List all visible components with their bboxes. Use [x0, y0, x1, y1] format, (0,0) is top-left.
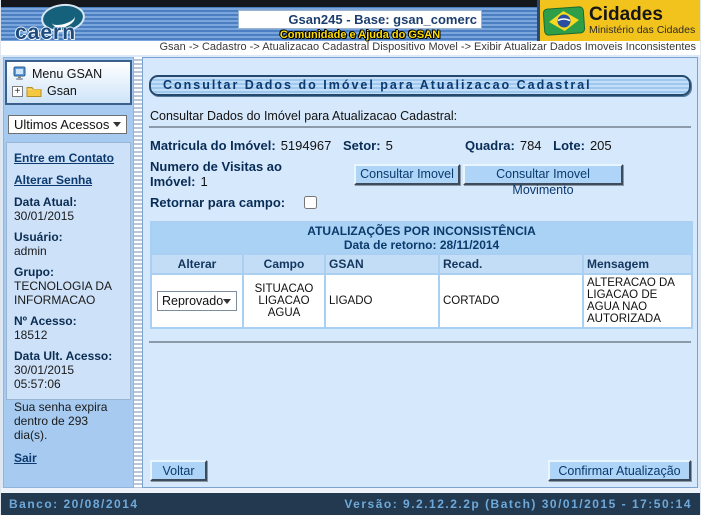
matricula-value: 5194967: [281, 138, 332, 153]
col-header-gsan: GSAN: [326, 255, 438, 273]
campo-cell: SITUACAO LIGACAO AGUA: [244, 275, 324, 327]
ultimos-acessos-select[interactable]: Ultimos Acessos: [8, 115, 127, 134]
footer: Banco: 20/08/2014 Versão: 9.2.12.2.2p (B…: [1, 493, 700, 515]
confirmar-atualizacao-button[interactable]: Confirmar Atualização: [548, 460, 691, 481]
lote-label: Lote:: [553, 138, 585, 153]
consultar-imovel-movimento-button[interactable]: Consultar Imovel Movimento: [463, 164, 623, 185]
tree-expand-icon[interactable]: +: [12, 86, 23, 97]
app-title-box: Gsan245 - Base: gsan_comerc: [238, 10, 482, 29]
recad-cell: CORTADO: [440, 275, 582, 327]
info-user: Usuário: admin: [14, 230, 124, 258]
setor-label: Setor:: [343, 138, 381, 153]
col-header-campo: Campo: [244, 255, 324, 273]
mensagem-cell: ALTERACAO DA LIGACAO DE AGUA NAO AUTORIZ…: [584, 275, 691, 327]
page-title: Consultar Dados do Imóvel para Atualizac…: [149, 75, 691, 96]
folder-icon: [26, 85, 42, 98]
alterar-cell: Reprovado: [152, 275, 242, 327]
gsan-window: caern Gsan245 - Base: gsan_comerc Comuni…: [0, 0, 701, 515]
brazil-flag-icon: [542, 4, 586, 37]
inconsistencias-table: ATUALIZAÇÕES POR INCONSISTÊNCIA Data de …: [150, 221, 693, 329]
quadra-label: Quadra:: [465, 138, 515, 153]
alterar-select-value: Reprovado: [162, 294, 223, 308]
chevron-down-icon: [113, 122, 121, 127]
lote-value: 205: [590, 138, 612, 153]
ministry-title: Cidades: [589, 6, 695, 24]
info-current-date: Data Atual: 30/01/2015: [14, 195, 124, 223]
setor-value: 5: [386, 138, 393, 153]
page-subtitle: Consultar Dados do Imóvel para Atualizac…: [150, 109, 691, 123]
info-group: Grupo: TECNOLOGIA DA INFORMACAO: [14, 265, 124, 307]
matricula-label: Matricula do Imóvel:: [150, 138, 276, 153]
table-title: ATUALIZAÇÕES POR INCONSISTÊNCIA: [152, 224, 691, 238]
table-row: Reprovado SITUACAO LIGACAO AGUA LIGADO C…: [152, 275, 691, 327]
chevron-down-icon: [223, 299, 231, 304]
retornar-checkbox[interactable]: [304, 196, 317, 209]
sidebar: Menu GSAN + Gsan Ultimos Acessos Entre e…: [3, 57, 134, 488]
col-header-alterar: Alterar: [152, 255, 242, 273]
breadcrumb: Gsan -> Cadastro -> Atualizacao Cadastra…: [1, 41, 700, 55]
footer-versao: Versão: 9.2.12.2.2p (Batch) 30/01/2015 -…: [344, 497, 692, 511]
change-password-link[interactable]: Alterar Senha: [14, 173, 124, 187]
footer-banco: Banco: 20/08/2014: [9, 497, 139, 511]
consultar-imovel-button[interactable]: Consultar Imovel: [354, 164, 460, 185]
separator-top: [149, 126, 691, 128]
table-header-row: Alterar Campo GSAN Recad. Mensagem: [152, 255, 691, 273]
logout-link[interactable]: Sair: [14, 451, 124, 465]
gsan-cell: LIGADO: [326, 275, 438, 327]
quadra-value: 784: [520, 138, 542, 153]
field-row-3: Retornar para campo:: [150, 195, 691, 210]
tree-node-gsan[interactable]: + Gsan: [12, 84, 127, 98]
top-banner: caern Gsan245 - Base: gsan_comerc Comuni…: [1, 0, 700, 41]
voltar-button[interactable]: Voltar: [150, 460, 207, 481]
table-subtitle: Data de retorno: 28/11/2014: [152, 238, 691, 252]
user-info-panel: Entre em Contato Alterar Senha Data Atua…: [6, 142, 131, 400]
ministry-logo: Cidades Ministério das Cidades: [537, 0, 700, 41]
menu-gsan-header[interactable]: Menu GSAN: [12, 66, 127, 81]
menu-gsan-label: Menu GSAN: [32, 67, 102, 81]
field-row-2: Numero de Visitas ao Imóvel:1 Consultar …: [150, 159, 691, 189]
computer-icon: [12, 66, 27, 81]
community-help-link[interactable]: Comunidade e Ajuda do GSAN: [238, 29, 482, 41]
ultimos-acessos-value: Ultimos Acessos: [14, 117, 109, 132]
password-expiry-text: Sua senha expira dentro de 293 dia(s).: [14, 400, 124, 442]
table-title-band: ATUALIZAÇÕES POR INCONSISTÊNCIA Data de …: [152, 223, 691, 253]
retornar-label: Retornar para campo:: [150, 195, 285, 210]
info-access-number: Nº Acesso: 18512: [14, 314, 124, 342]
visitas-value: 1: [201, 174, 208, 189]
col-header-mensagem: Mensagem: [584, 255, 691, 273]
body: Menu GSAN + Gsan Ultimos Acessos Entre e…: [1, 55, 700, 488]
fields-section: Matricula do Imóvel: 5194967 Setor: 5 Quad…: [150, 138, 691, 216]
bottom-buttons: Voltar Confirmar Atualização: [150, 460, 691, 481]
sidebar-divider: [134, 57, 142, 488]
alterar-select[interactable]: Reprovado: [157, 291, 237, 311]
caern-logo: caern: [15, 1, 135, 41]
contact-link[interactable]: Entre em Contato: [14, 151, 124, 165]
menu-gsan-box: Menu GSAN + Gsan: [5, 60, 132, 105]
field-row-1: Matricula do Imóvel: 5194967 Setor: 5 Quad…: [150, 138, 691, 153]
tree-node-label: Gsan: [47, 84, 77, 98]
visitas-label: Numero de Visitas ao Imóvel:: [150, 159, 282, 189]
ministry-subtitle: Ministério das Cidades: [589, 24, 695, 36]
main-panel: Consultar Dados do Imóvel para Atualizac…: [142, 57, 698, 488]
caern-brand-text: caern: [15, 21, 76, 45]
col-header-recad: Recad.: [440, 255, 582, 273]
info-last-access: Data Ult. Acesso: 30/01/2015 05:57:06: [14, 349, 124, 391]
